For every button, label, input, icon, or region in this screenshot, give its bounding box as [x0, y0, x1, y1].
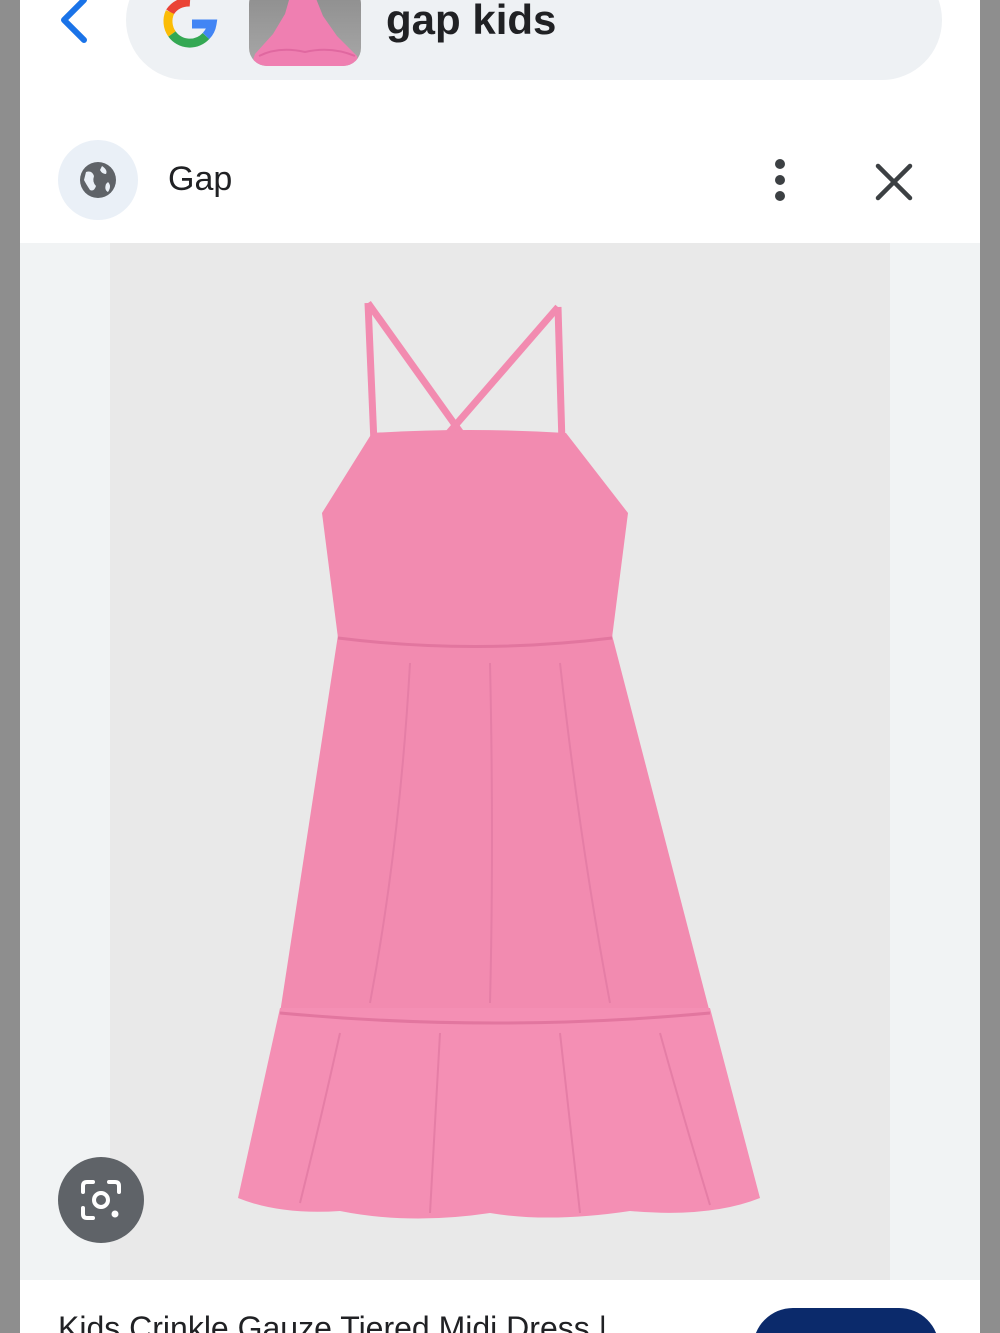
result-title-row: Kids Crinkle Gauze Tiered Midi Dress |: [20, 1280, 980, 1333]
source-header: Gap: [20, 120, 980, 242]
visit-button[interactable]: [753, 1308, 939, 1333]
more-vert-icon[interactable]: [768, 158, 792, 206]
close-icon[interactable]: [872, 160, 916, 204]
result-viewer: gap kids Gap Kids Crinkle Gauze Tiered M…: [20, 0, 980, 1333]
pink-dress-illustration: [238, 300, 760, 1219]
google-logo: [163, 0, 218, 48]
globe-icon: [80, 162, 116, 198]
result-title[interactable]: Kids Crinkle Gauze Tiered Midi Dress |: [58, 1308, 607, 1333]
back-arrow-icon[interactable]: [50, 0, 100, 52]
product-image[interactable]: [110, 243, 890, 1280]
site-favicon: [58, 140, 138, 220]
site-name[interactable]: Gap: [168, 160, 232, 198]
image-preview: [20, 243, 980, 1280]
search-query[interactable]: gap kids: [386, 0, 556, 44]
lens-search-icon: [81, 1180, 121, 1220]
query-image-thumbnail[interactable]: [249, 0, 361, 66]
lens-search-button[interactable]: [58, 1157, 144, 1243]
